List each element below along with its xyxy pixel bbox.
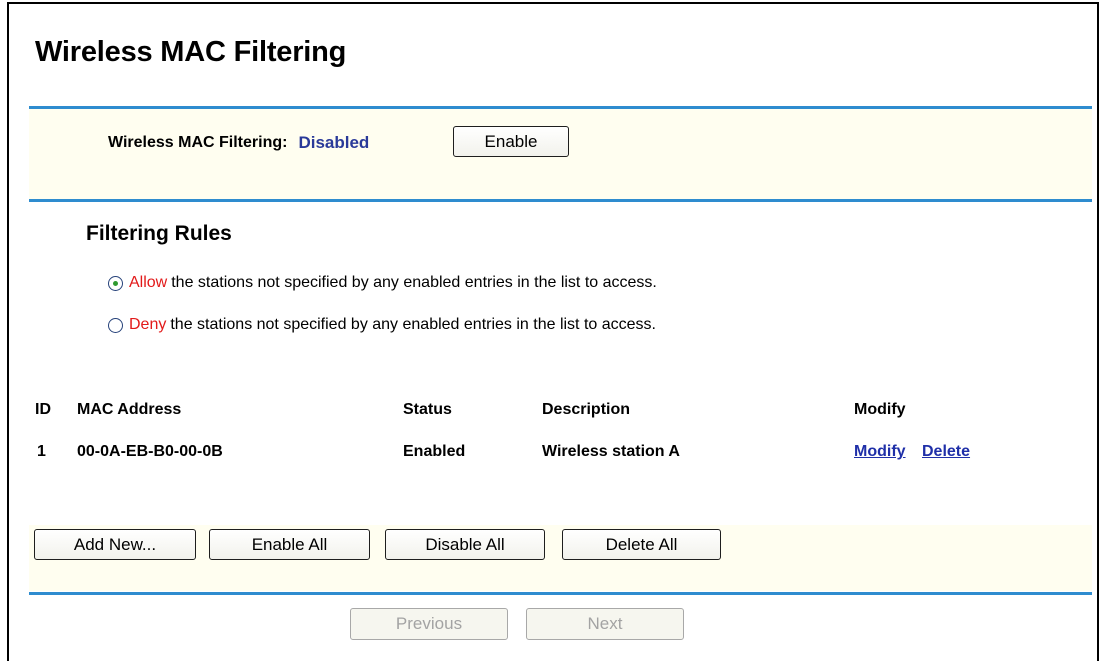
divider-bottom <box>29 592 1092 595</box>
previous-button[interactable]: Previous <box>350 608 508 640</box>
header-status: Status <box>403 401 452 418</box>
page-title: Wireless MAC Filtering <box>35 36 347 68</box>
enable-filtering-button[interactable]: Enable <box>453 126 569 157</box>
filtering-rules-title: Filtering Rules <box>86 222 232 245</box>
row-status: Enabled <box>403 443 466 460</box>
delete-all-button[interactable]: Delete All <box>562 529 721 560</box>
deny-keyword: Deny <box>129 316 167 333</box>
deny-rule-text: the stations not specified by any enable… <box>170 316 656 333</box>
enable-all-button[interactable]: Enable All <box>209 529 370 560</box>
deny-rule-option[interactable]: Deny the stations not specified by any e… <box>108 316 656 334</box>
divider-middle <box>29 199 1092 202</box>
header-description: Description <box>542 401 631 418</box>
header-mac-address: MAC Address <box>77 401 182 418</box>
row-description: Wireless station A <box>542 443 680 460</box>
header-id: ID <box>35 401 51 418</box>
filter-status-value: Disabled <box>298 133 370 152</box>
next-button[interactable]: Next <box>526 608 684 640</box>
header-modify: Modify <box>854 401 906 418</box>
add-new-button[interactable]: Add New... <box>34 529 196 560</box>
disable-all-button[interactable]: Disable All <box>385 529 545 560</box>
allow-rule-option[interactable]: Allow the stations not specified by any … <box>108 274 657 292</box>
modify-link[interactable]: Modify <box>854 443 906 461</box>
allow-rule-text: the stations not specified by any enable… <box>171 274 657 291</box>
row-mac-address: 00-0A-EB-B0-00-0B <box>77 443 223 460</box>
allow-radio[interactable] <box>108 275 123 291</box>
row-id: 1 <box>37 443 46 460</box>
allow-keyword: Allow <box>129 274 168 291</box>
filter-status-label: Wireless MAC Filtering: <box>108 134 288 151</box>
delete-link[interactable]: Delete <box>922 443 970 461</box>
deny-radio[interactable] <box>108 317 123 333</box>
filter-status-row: Wireless MAC Filtering: Disabled <box>108 133 369 153</box>
